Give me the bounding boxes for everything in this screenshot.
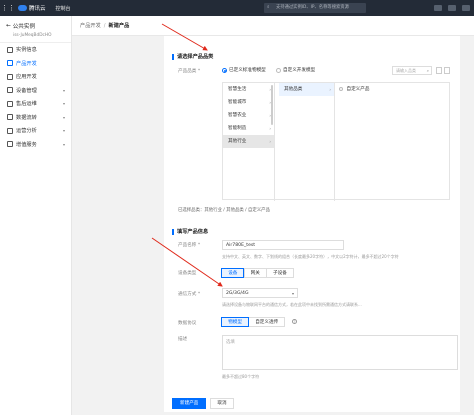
sidebar-item-value-added[interactable]: 增值服务 ▾ [0, 138, 71, 152]
description-label: 描述 [178, 337, 188, 342]
chevron-down-icon: ▾ [62, 141, 65, 147]
service-icon [7, 141, 13, 148]
chevron-right-icon: › [269, 126, 271, 131]
device-type-subdevice[interactable]: 子设备 [266, 268, 294, 278]
global-search-input[interactable]: ⌕ 支持通过实例ID、IP、名称等搜索资源 [264, 3, 366, 13]
top-navigation-bar: ⋮⋮ 腾讯云 控制台 ⌕ 支持通过实例ID、IP、名称等搜索资源 [0, 0, 474, 16]
protocol-custom-passthrough[interactable]: 自定义透传 [248, 317, 286, 327]
brand-logo[interactable]: 腾讯云 [18, 4, 46, 12]
ops-icon [7, 100, 13, 107]
cascader-column-product: 自定义产品 [335, 83, 451, 201]
flow-icon [7, 114, 13, 121]
search-placeholder: 支持通过实例ID、IP、名称等搜索资源 [276, 5, 349, 10]
product-name-input[interactable]: Air780E_test [222, 240, 344, 250]
form-footer: 新建产品 取消 [172, 394, 234, 412]
create-product-button[interactable]: 新建产品 [172, 397, 207, 409]
product-name-hint: 支持中文、英文、数字、下划线的组合（长度最多20字符），中文以2字符计，最多不超… [222, 254, 399, 259]
grid-menu-icon[interactable]: ⋮⋮ [0, 0, 16, 16]
chart-icon [7, 127, 13, 134]
sidebar-item-instance-info[interactable]: 实例信息 [0, 43, 71, 57]
cascader-item[interactable]: 智能城市 › [223, 96, 274, 109]
brand-name: 腾讯云 [29, 6, 46, 12]
cascader-item-product[interactable]: 自定义产品 [335, 83, 451, 96]
app-icon [7, 73, 13, 80]
grid-view-icon[interactable] [436, 67, 442, 74]
device-type-selector: 设备 网关 子设备 [221, 268, 294, 278]
protocol-help-icon[interactable]: ? [292, 319, 297, 324]
notification-icon[interactable] [434, 5, 442, 11]
radio-standard-model[interactable]: 已定义标准物模型 [222, 67, 266, 73]
sidebar-item-analytics[interactable]: 运营分析 ▾ [0, 124, 71, 138]
breadcrumb-parent[interactable]: 产品开发 [80, 22, 101, 29]
view-toggle [436, 67, 450, 74]
sidebar-item-data-flow[interactable]: 数据流转 ▾ [0, 111, 71, 125]
cancel-button[interactable]: 取消 [210, 397, 234, 409]
instance-id: iss-JuMeqBdDcHO [13, 33, 52, 38]
topbar-actions [434, 0, 470, 16]
radio-custom-model[interactable]: 自定义开发模型 [276, 67, 315, 73]
cascader-item-selected[interactable]: 其他行业 › [223, 135, 274, 148]
instance-title[interactable]: ← 公共实例 [6, 22, 65, 30]
section-accent-bar [172, 53, 174, 60]
chevron-down-icon: ▾ [291, 291, 294, 296]
sidebar-item-app-dev[interactable]: 应用开发 [0, 70, 71, 84]
category-cascader: 智慧生活 › 智能城市 › 智慧农业 › 智能制造 › 其他行业 › 其他品类 › 自定义产… [222, 82, 451, 201]
category-label: 产品品类 * [178, 69, 201, 74]
device-type-device[interactable]: 设备 [221, 268, 245, 278]
product-icon [7, 60, 13, 67]
chevron-right-icon: › [269, 139, 271, 144]
chevron-right-icon: › [269, 113, 271, 118]
cascader-item-selected[interactable]: 其他品类 › [279, 83, 334, 96]
comm-method-label: 通信方式 * [178, 292, 201, 297]
device-type-gateway[interactable]: 网关 [243, 268, 267, 278]
back-arrow-icon[interactable]: ← [6, 23, 11, 29]
sidebar: ← 公共实例 iss-JuMeqBdDcHO 实例信息 产品开发 应用开发 设备… [0, 16, 72, 415]
cloud-logo-icon [18, 5, 27, 11]
search-icon: ⌕ [426, 68, 429, 73]
data-protocol-label: 数据协议 [178, 321, 197, 326]
cascader-column-industry: 智慧生活 › 智能城市 › 智慧农业 › 智能制造 › 其他行业 › [223, 83, 275, 201]
list-view-icon[interactable] [444, 67, 450, 74]
search-icon: ⌕ [267, 5, 270, 10]
console-link[interactable]: 控制台 [56, 5, 71, 12]
radio-unchecked-icon [276, 67, 281, 73]
comm-method-hint: 请选择设备与物联网平台的通信方式，若在此项中未找到所需通信方式请联系... [222, 302, 362, 307]
chevron-down-icon: ▾ [62, 114, 65, 120]
chevron-right-icon: › [329, 87, 331, 92]
chevron-down-icon: ▾ [62, 101, 65, 107]
description-textarea[interactable]: 选填 [222, 335, 458, 370]
device-type-label: 设备类型 [178, 271, 197, 276]
radio-checked-icon [222, 67, 227, 73]
cascader-item[interactable]: 智慧生活 › [223, 83, 274, 96]
page-title: 新建产品 [108, 23, 130, 29]
category-filter-input[interactable]: 请输入品类 ⌕ [392, 66, 432, 75]
description-hint: 最多不超过80个字符 [222, 374, 260, 379]
sidebar-item-device-mgmt[interactable]: 设备管理 ▾ [0, 84, 71, 98]
sidebar-item-after-sales[interactable]: 售后运维 ▾ [0, 97, 71, 111]
breadcrumb-separator: / [103, 22, 106, 29]
info-section-title: 填写产品信息 [172, 228, 208, 235]
data-protocol-selector: 物模型 自定义透传 [221, 317, 286, 327]
chevron-down-icon: ▾ [62, 87, 65, 93]
category-section-title: 请选择产品品类 [172, 53, 213, 60]
help-icon[interactable] [448, 5, 456, 11]
cascader-item[interactable]: 智能制造 › [223, 122, 274, 135]
section-accent-bar [172, 228, 174, 235]
sidebar-item-product-dev[interactable]: 产品开发 [0, 57, 71, 71]
protocol-thing-model[interactable]: 物模型 [221, 317, 249, 327]
instance-header: ← 公共实例 iss-JuMeqBdDcHO [0, 16, 71, 43]
info-icon [7, 46, 13, 53]
device-icon [7, 87, 13, 94]
user-avatar-icon[interactable] [462, 5, 470, 11]
chevron-right-icon: › [269, 100, 271, 105]
product-name-label: 产品名称 * [178, 243, 201, 248]
cascader-column-category: 其他品类 › [279, 83, 335, 201]
breadcrumb: 产品开发 / 新建产品 [72, 16, 474, 36]
comm-method-select[interactable]: 2G/3G/4G ▾ [222, 288, 298, 298]
cascader-item[interactable]: 智慧农业 › [223, 109, 274, 122]
radio-unchecked-icon [339, 86, 343, 91]
chevron-down-icon: ▾ [62, 128, 65, 134]
chevron-right-icon: › [269, 87, 271, 92]
selected-category-summary: 已选择品类：其他行业 / 其他品类 / 自定义产品 [178, 208, 270, 213]
